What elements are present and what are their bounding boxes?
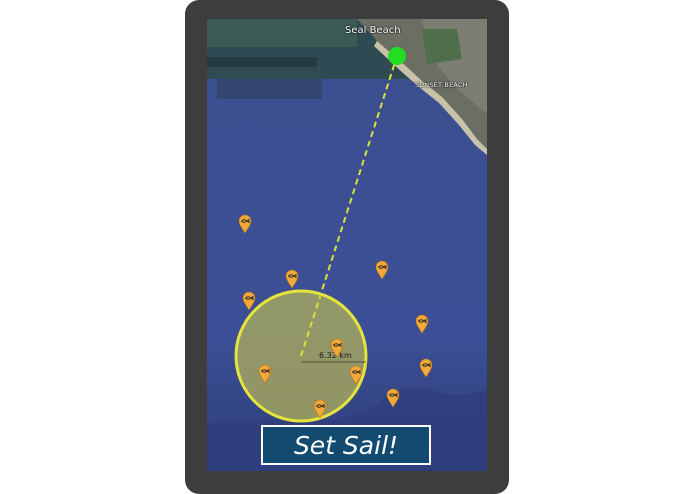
place-label-seal-beach: Seal Beach [345,25,401,36]
fish-marker-icon[interactable] [242,291,256,311]
map-view[interactable]: Seal Beach SUNSET BEACH 6.32 km [207,19,487,471]
wetland-area [422,29,462,64]
harbor-land [207,19,357,47]
start-location-dot-icon[interactable] [388,47,406,65]
fish-marker-icon[interactable] [386,388,400,408]
fish-marker-icon[interactable] [313,399,327,419]
fish-marker-icon[interactable] [258,364,272,384]
fish-marker-icon[interactable] [415,314,429,334]
fish-marker-icon[interactable] [330,338,344,358]
fish-marker-icon[interactable] [238,214,252,234]
fish-marker-icon[interactable] [349,365,363,385]
set-sail-button[interactable]: Set Sail! [261,425,431,465]
place-label-sunset-beach: SUNSET BEACH [415,81,468,89]
fish-marker-icon[interactable] [285,269,299,289]
breakwater [217,79,322,99]
jetty [207,57,317,67]
fish-marker-icon[interactable] [419,358,433,378]
fish-marker-icon[interactable] [375,260,389,280]
